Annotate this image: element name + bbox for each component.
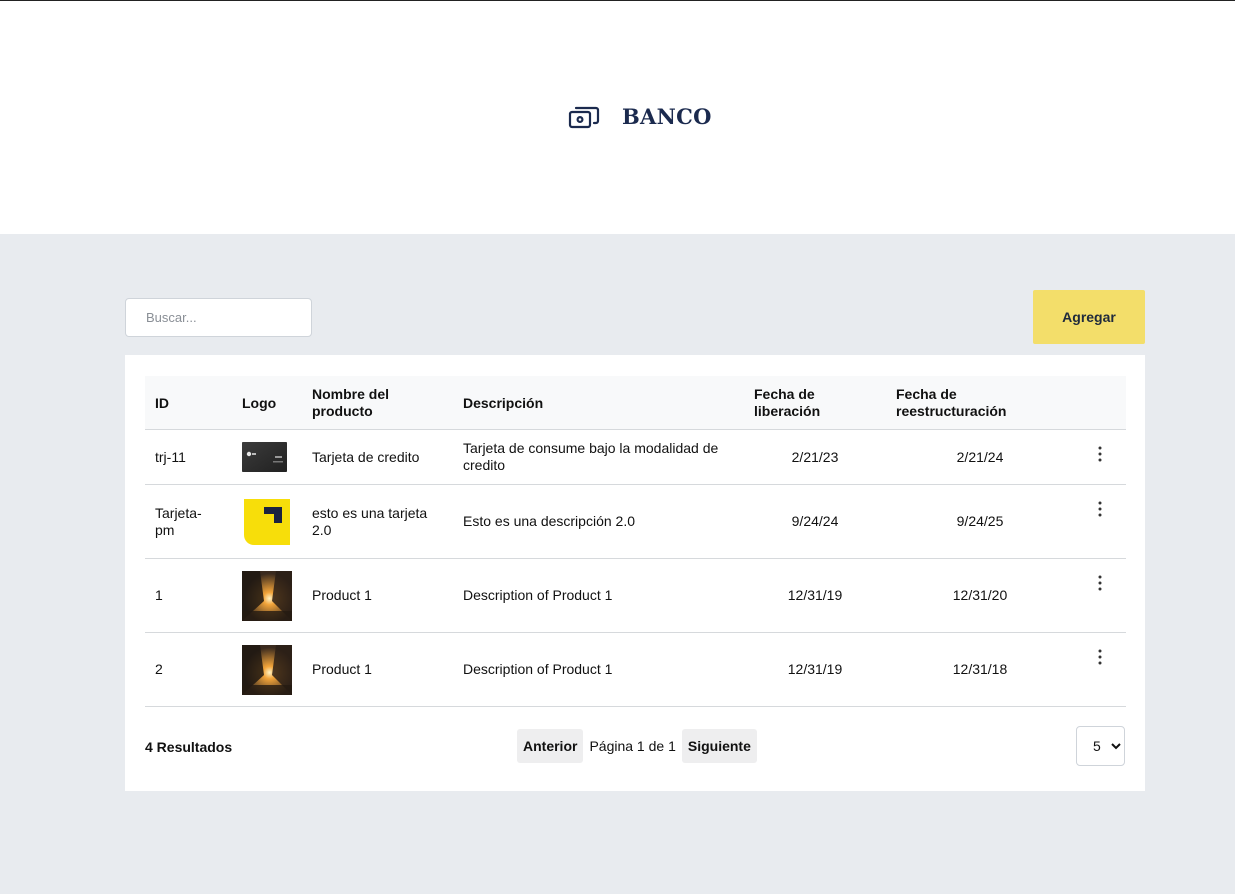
cell-restructure-date: 9/24/25 [956,513,1004,529]
header-name: Nombre del producto [312,386,390,419]
table-row: 1 Product 1 Description of Product 1 12/… [145,559,1126,633]
add-button[interactable]: Agregar [1033,290,1145,344]
products-panel: ID Logo Nombre del producto Descripción … [125,355,1145,791]
cell-id: trj-11 [155,448,186,465]
row-menu-icon[interactable] [1090,647,1110,667]
header-release-date: Fecha de liberación [754,386,821,419]
previous-page-button[interactable]: Anterior [517,729,584,763]
header-id: ID [155,394,169,411]
cell-restructure-date: 12/31/20 [952,587,1008,603]
cell-description: Description of Product 1 [463,587,613,603]
cell-description: Description of Product 1 [463,661,613,677]
street-sunset-photo [242,559,292,632]
yellow-logo-thumbnail [242,485,292,558]
row-menu-icon[interactable] [1090,499,1110,519]
header-restructure-date: Fecha de reestructuración [896,386,1007,419]
pagination: Anterior Página 1 de 1 Siguiente [517,729,757,763]
street-sunset-photo [242,633,292,706]
table-row: trj-11 Tarjeta de credito Tarjeta de con… [145,430,1126,485]
cell-name: Product 1 [312,587,372,603]
cell-name: Product 1 [312,661,372,677]
card-thumbnail [242,430,292,484]
table-row: Tarjeta-pm esto es una tarjeta 2.0 Esto … [145,485,1126,559]
cell-restructure-date: 2/21/24 [956,448,1004,465]
app-header: BANCO [0,1,1235,234]
cell-release-date: 2/21/23 [791,448,839,465]
table-header: ID Logo Nombre del producto Descripción … [145,376,1126,430]
row-menu-icon[interactable] [1090,444,1110,464]
page-indicator: Página 1 de 1 [589,738,676,754]
brand-name: BANCO [622,103,712,129]
cell-name: esto es una tarjeta 2.0 [312,504,428,538]
cell-release-date: 12/31/19 [787,587,843,603]
search-input[interactable] [125,298,312,337]
next-page-button[interactable]: Siguiente [681,729,757,763]
table-row: 2 Product 1 Description of Product 1 12/… [145,633,1126,707]
cell-description: Tarjeta de consume bajo la modalidad de … [463,440,719,473]
brand: BANCO [568,99,712,133]
cell-id: Tarjeta-pm [155,504,202,538]
products-table: ID Logo Nombre del producto Descripción … [145,376,1126,707]
page-size-select[interactable]: 5 [1076,726,1125,766]
cell-name: Tarjeta de credito [312,448,420,465]
header-logo: Logo [242,394,277,411]
results-count: 4 Resultados [145,739,233,755]
header-description: Descripción [463,394,544,411]
banknote-icon [568,99,602,133]
cell-restructure-date: 12/31/18 [952,661,1008,677]
cell-description: Esto es una descripción 2.0 [463,513,635,529]
row-menu-icon[interactable] [1090,573,1110,593]
cell-id: 1 [155,587,163,603]
cell-release-date: 12/31/19 [787,661,843,677]
cell-release-date: 9/24/24 [791,513,839,529]
cell-id: 2 [155,661,163,677]
